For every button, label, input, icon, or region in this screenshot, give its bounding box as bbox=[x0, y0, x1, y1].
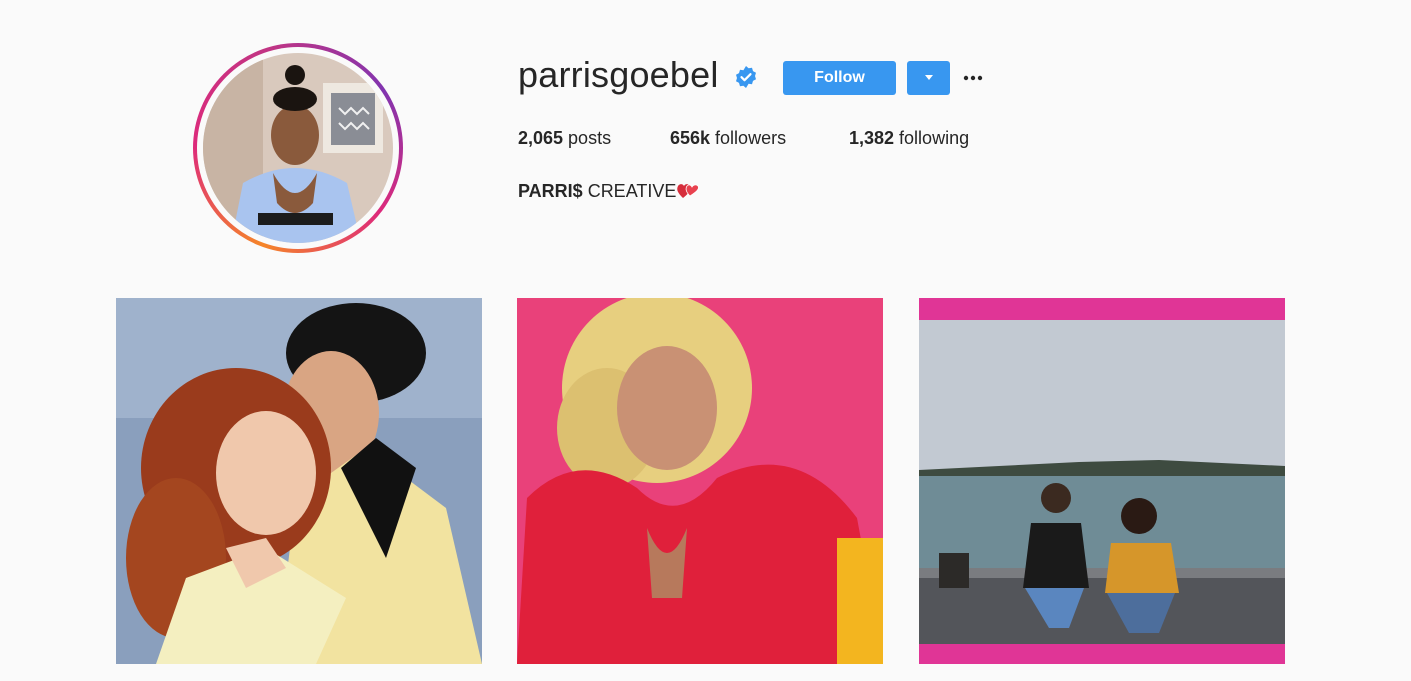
following-stat[interactable]: 1,382 following bbox=[849, 128, 969, 149]
posts-label: posts bbox=[563, 128, 612, 148]
post-image bbox=[517, 298, 883, 664]
followers-count: 656k bbox=[670, 128, 711, 148]
bio-name: PARRI$ bbox=[518, 181, 583, 201]
following-label: following bbox=[894, 128, 970, 148]
profile-bio: PARRI$ CREATIVE bbox=[518, 180, 700, 202]
verified-badge-icon bbox=[734, 65, 758, 89]
suggested-accounts-dropdown-button[interactable] bbox=[907, 61, 950, 95]
more-options-icon bbox=[963, 75, 983, 81]
profile-username: parrisgoebel bbox=[518, 54, 719, 95]
posts-count: 2,065 bbox=[518, 128, 564, 148]
caret-down-icon bbox=[924, 75, 933, 80]
avatar-image bbox=[203, 53, 393, 243]
two-hearts-icon bbox=[677, 184, 700, 198]
profile-avatar-ring[interactable] bbox=[193, 43, 403, 253]
posts-stat: 2,065 posts bbox=[518, 128, 611, 149]
followers-stat[interactable]: 656k followers bbox=[670, 128, 786, 149]
follow-button[interactable]: Follow bbox=[783, 61, 896, 95]
bio-text: CREATIVE bbox=[582, 181, 677, 201]
post-thumbnail[interactable] bbox=[517, 298, 883, 664]
post-image bbox=[116, 298, 482, 664]
post-thumbnail[interactable] bbox=[919, 298, 1285, 664]
post-image bbox=[919, 298, 1285, 664]
post-thumbnail[interactable] bbox=[116, 298, 482, 664]
followers-label: followers bbox=[710, 128, 787, 148]
avatar[interactable] bbox=[203, 53, 393, 243]
following-count: 1,382 bbox=[849, 128, 895, 148]
more-options-button[interactable] bbox=[962, 68, 984, 88]
